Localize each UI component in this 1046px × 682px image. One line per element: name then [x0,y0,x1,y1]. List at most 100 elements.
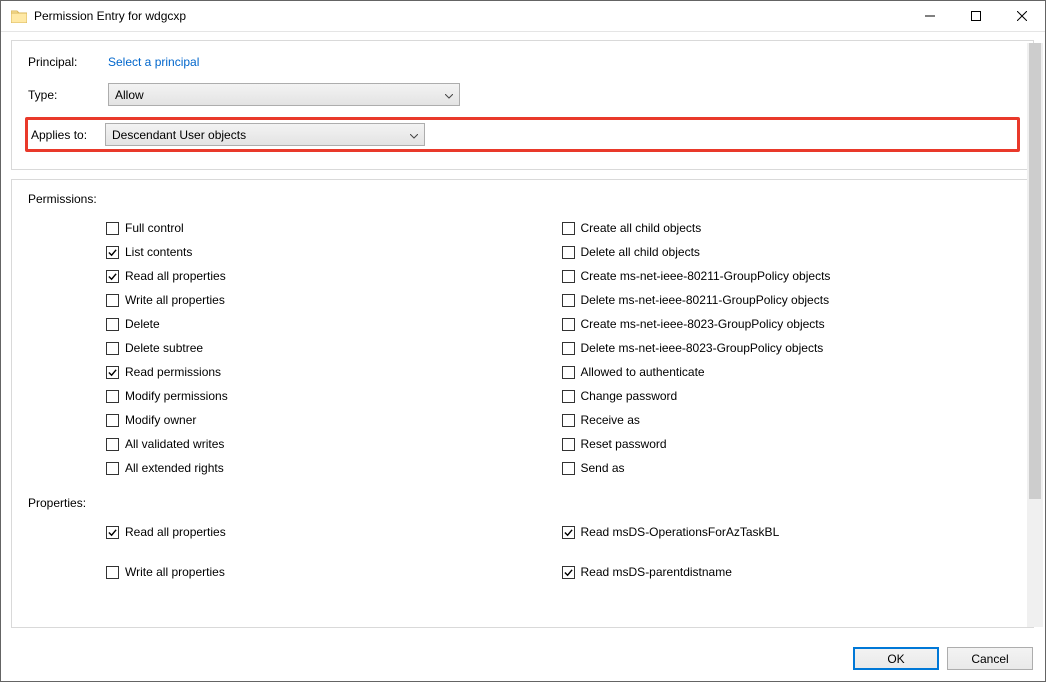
permission-row: Send as [562,456,1018,480]
permission-checkbox[interactable] [562,462,575,475]
property-row: Read all properties [106,520,562,544]
permission-row: Allowed to authenticate [562,360,1018,384]
permission-row: List contents [106,240,562,264]
permission-row: Create ms-net-ieee-8023-GroupPolicy obje… [562,312,1018,336]
permission-checkbox[interactable] [562,390,575,403]
permission-checkbox[interactable] [106,462,119,475]
folder-icon [10,7,28,25]
permission-label: All validated writes [125,437,224,451]
permission-label: List contents [125,245,192,259]
permission-label: Modify permissions [125,389,228,403]
property-row: Write all properties [106,560,562,584]
permission-label: Modify owner [125,413,196,427]
permission-label: Create all child objects [581,221,702,235]
permission-label: Delete ms-net-ieee-8023-GroupPolicy obje… [581,341,824,355]
permission-checkbox[interactable] [562,366,575,379]
minimize-button[interactable] [907,1,953,32]
permission-checkbox[interactable] [562,438,575,451]
cancel-button[interactable]: Cancel [947,647,1033,670]
permission-checkbox[interactable] [106,342,119,355]
permission-row: Read permissions [106,360,562,384]
applies-to-label: Applies to: [31,128,105,142]
permission-checkbox[interactable] [562,414,575,427]
permission-checkbox[interactable] [562,246,575,259]
permission-row: Create ms-net-ieee-80211-GroupPolicy obj… [562,264,1018,288]
permission-checkbox[interactable] [562,270,575,283]
permission-label: Delete subtree [125,341,203,355]
titlebar: Permission Entry for wdgcxp [1,1,1045,32]
permission-label: Write all properties [125,293,225,307]
property-checkbox[interactable] [106,526,119,539]
permission-row: Full control [106,216,562,240]
permission-checkbox[interactable] [562,222,575,235]
close-button[interactable] [999,1,1045,32]
permission-row: Reset password [562,432,1018,456]
select-principal-link[interactable]: Select a principal [108,55,199,69]
chevron-down-icon [445,88,453,102]
permission-label: Read all properties [125,269,226,283]
permission-checkbox[interactable] [106,366,119,379]
permissions-section-label: Permissions: [28,192,1017,206]
permission-row: Delete [106,312,562,336]
permission-label: Allowed to authenticate [581,365,705,379]
permission-row: Delete ms-net-ieee-8023-GroupPolicy obje… [562,336,1018,360]
property-checkbox[interactable] [106,566,119,579]
vertical-scrollbar[interactable] [1027,43,1043,627]
type-label: Type: [28,88,108,102]
applies-to-row-highlight: Applies to: Descendant User objects [25,117,1020,152]
permission-checkbox[interactable] [106,270,119,283]
permissions-panel: Permissions: Full control List contents Re… [11,179,1034,628]
type-combo-value: Allow [115,88,144,102]
permission-row: Modify owner [106,408,562,432]
permission-label: Receive as [581,413,640,427]
permission-checkbox[interactable] [106,318,119,331]
chevron-down-icon [410,128,418,142]
permission-checkbox[interactable] [106,414,119,427]
applies-to-combo-value: Descendant User objects [112,128,246,142]
permission-label: Change password [581,389,678,403]
principal-label: Principal: [28,55,108,69]
permission-label: Delete all child objects [581,245,700,259]
permission-row: Change password [562,384,1018,408]
property-row: Read msDS-parentdistname [562,560,1018,584]
permission-checkbox[interactable] [562,294,575,307]
properties-section-label: Properties: [28,496,1017,510]
permission-label: Create ms-net-ieee-80211-GroupPolicy obj… [581,269,831,283]
applies-to-combo[interactable]: Descendant User objects [105,123,425,146]
property-label: Read msDS-OperationsForAzTaskBL [581,525,780,539]
permission-row: Delete ms-net-ieee-80211-GroupPolicy obj… [562,288,1018,312]
permission-row: Create all child objects [562,216,1018,240]
permission-checkbox[interactable] [106,246,119,259]
maximize-button[interactable] [953,1,999,32]
type-combo[interactable]: Allow [108,83,460,106]
ok-button[interactable]: OK [853,647,939,670]
permission-checkbox[interactable] [106,438,119,451]
permission-label: Read permissions [125,365,221,379]
window-title: Permission Entry for wdgcxp [34,9,907,23]
property-label: Read msDS-parentdistname [581,565,732,579]
permission-row: Read all properties [106,264,562,288]
property-checkbox[interactable] [562,526,575,539]
principal-panel: Principal: Select a principal Type: Allo… [11,40,1034,170]
permission-checkbox[interactable] [562,342,575,355]
dialog-footer: OK Cancel [1,636,1045,681]
permission-label: Send as [581,461,625,475]
permission-label: Create ms-net-ieee-8023-GroupPolicy obje… [581,317,825,331]
property-checkbox[interactable] [562,566,575,579]
permission-row: Delete all child objects [562,240,1018,264]
permission-checkbox[interactable] [106,294,119,307]
permission-checkbox[interactable] [106,390,119,403]
permission-checkbox[interactable] [562,318,575,331]
scrollbar-thumb[interactable] [1029,43,1041,499]
permission-row: Write all properties [106,288,562,312]
permission-label: Delete ms-net-ieee-80211-GroupPolicy obj… [581,293,830,307]
permission-row: All validated writes [106,432,562,456]
permission-label: Delete [125,317,160,331]
permission-checkbox[interactable] [106,222,119,235]
permission-label: All extended rights [125,461,224,475]
permission-label: Reset password [581,437,667,451]
property-label: Read all properties [125,525,226,539]
property-label: Write all properties [125,565,225,579]
permission-row: All extended rights [106,456,562,480]
permission-label: Full control [125,221,184,235]
